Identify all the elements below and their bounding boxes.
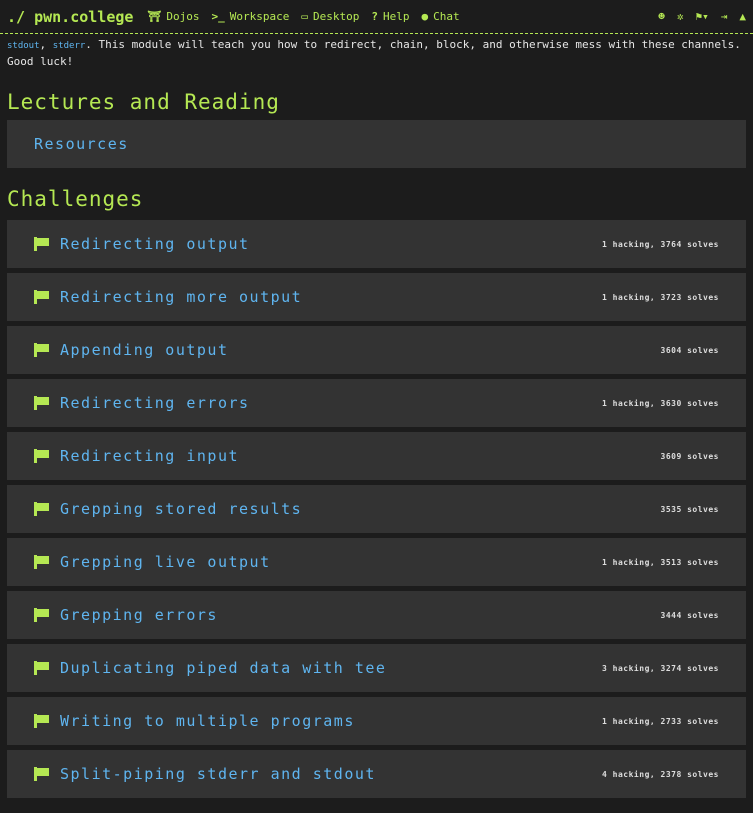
challenge-name: Duplicating piped data with tee [60, 659, 387, 677]
challenge-name: Redirecting errors [60, 394, 250, 412]
challenge-stats: 4 hacking, 2378 solves [602, 769, 719, 779]
challenge-item[interactable]: Split-piping stderr and stdout 4 hacking,… [7, 750, 746, 798]
challenge-stats: 1 hacking, 3723 solves [602, 292, 719, 302]
challenge-item[interactable]: Appending output 3604 solves [7, 326, 746, 374]
challenge-name: Redirecting input [60, 447, 240, 465]
nav-workspace[interactable]: >_ Workspace [212, 10, 290, 23]
module-description: stdout, stderr. This module will teach y… [7, 38, 741, 68]
flag-icon [34, 714, 49, 728]
code-stdout: stdout [7, 41, 40, 51]
account-icon[interactable]: ☻ [658, 10, 665, 23]
chat-icon: ● [421, 10, 429, 23]
nav-dojos[interactable]: ⛩ Dojos [147, 10, 199, 23]
challenge-item[interactable]: Grepping stored results 3535 solves [7, 485, 746, 533]
flag-icon [34, 502, 49, 516]
challenge-item[interactable]: Redirecting errors 1 hacking, 3630 solves [7, 379, 746, 427]
settings-icon[interactable]: ✲ [677, 10, 684, 23]
flag-dropdown-icon[interactable]: ⚑▾ [696, 10, 709, 23]
challenge-item[interactable]: Redirecting more output 1 hacking, 3723 s… [7, 273, 746, 321]
flag-icon [34, 661, 49, 675]
challenge-name: Grepping stored results [60, 500, 303, 518]
brand-link[interactable]: ./ pwn.college [7, 8, 133, 26]
flag-icon [34, 290, 49, 304]
lectures-heading: Lectures and Reading [7, 90, 280, 114]
torii-icon: ⛩ [147, 10, 162, 23]
challenge-item[interactable]: Writing to multiple programs 1 hacking, 2… [7, 697, 746, 745]
logout-icon[interactable]: ⇥ [721, 10, 728, 23]
terminal-icon: >_ [211, 10, 225, 23]
flag-icon [34, 608, 49, 622]
lecture-item-resources[interactable]: Resources [7, 120, 746, 168]
challenge-stats: 3535 solves [660, 504, 719, 514]
challenge-name: Grepping live output [60, 553, 271, 571]
code-stderr: stderr [52, 41, 86, 51]
flag-icon [34, 449, 49, 463]
challenge-stats: 3604 solves [660, 345, 719, 355]
question-icon: ? [371, 10, 378, 23]
flag-icon [34, 767, 49, 781]
challenge-name: Appending output [60, 341, 229, 359]
challenge-stats: 1 hacking, 3630 solves [602, 398, 719, 408]
challenge-item[interactable]: Redirecting output 1 hacking, 3764 solves [7, 220, 746, 268]
challenge-stats: 3609 solves [660, 451, 719, 461]
nav-chat[interactable]: ● Chat [422, 10, 460, 23]
nav-help[interactable]: ? Help [371, 10, 409, 23]
challenge-name: Redirecting more output [60, 288, 303, 306]
challenge-stats: 1 hacking, 3513 solves [602, 557, 719, 567]
flag-icon [34, 396, 49, 410]
nav-desktop[interactable]: ▭ Desktop [301, 10, 359, 23]
challenge-item[interactable]: Grepping live output 1 hacking, 3513 solv… [7, 538, 746, 586]
challenge-name: Writing to multiple programs [60, 712, 355, 730]
flag-icon [34, 237, 49, 251]
flag-icon [34, 343, 49, 357]
challenge-stats: 1 hacking, 2733 solves [602, 716, 719, 726]
challenge-stats: 3 hacking, 3274 solves [602, 663, 719, 673]
challenge-name: Split-piping stderr and stdout [60, 765, 376, 783]
challenge-item[interactable]: Duplicating piped data with tee 3 hacking… [7, 644, 746, 692]
challenge-item[interactable]: Redirecting input 3609 solves [7, 432, 746, 480]
challenge-stats: 1 hacking, 3764 solves [602, 239, 719, 249]
navbar: ./ pwn.college ⛩ Dojos >_ Workspace ▭ Desktop… [0, 0, 753, 34]
flag-icon [34, 555, 49, 569]
challenge-item[interactable]: Grepping errors 3444 solves [7, 591, 746, 639]
challenge-stats: 3444 solves [660, 610, 719, 620]
challenge-name: Redirecting output [60, 235, 250, 253]
challenge-name: Grepping errors [60, 606, 218, 624]
collapse-icon[interactable]: ▲ [739, 10, 746, 23]
desktop-icon: ▭ [301, 10, 309, 23]
challenges-heading: Challenges [7, 187, 144, 211]
